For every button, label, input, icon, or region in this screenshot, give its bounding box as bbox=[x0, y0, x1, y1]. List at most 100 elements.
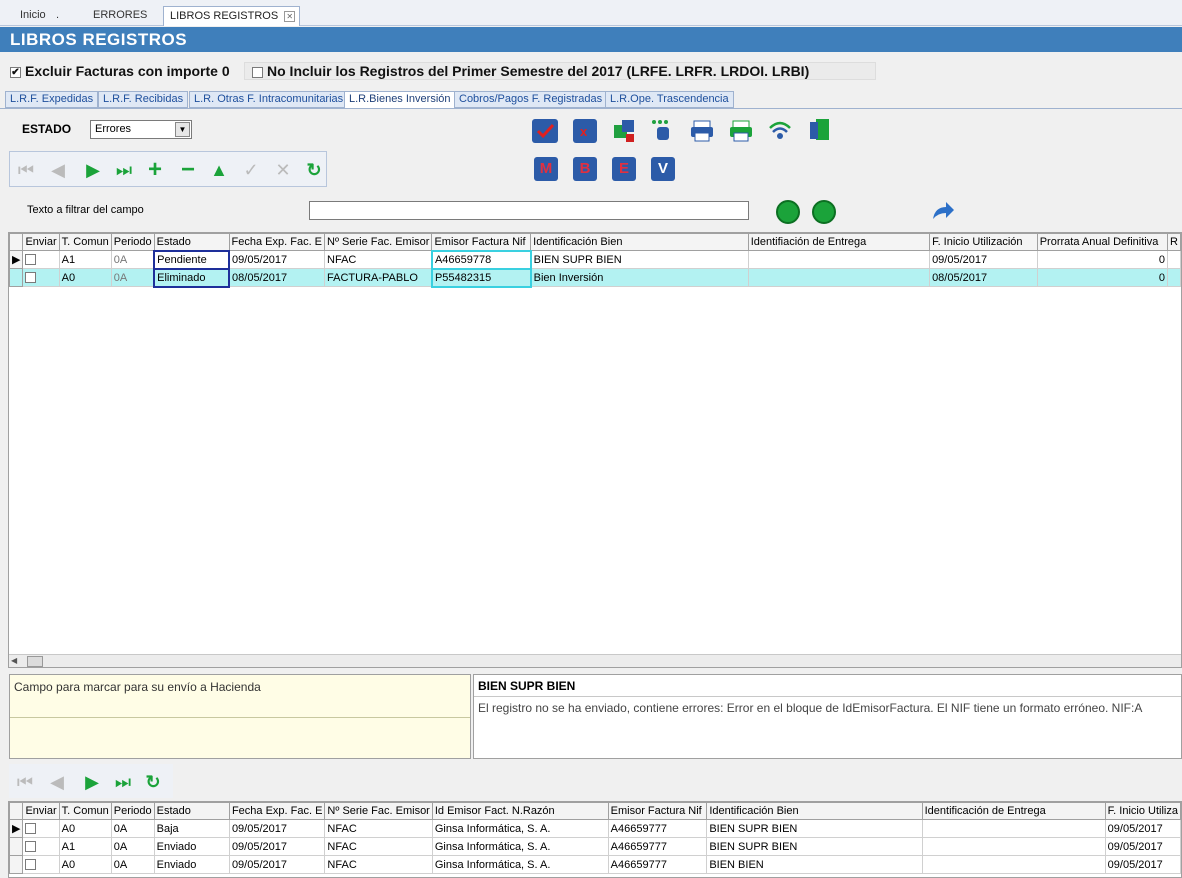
enviar-cell[interactable] bbox=[22, 837, 60, 856]
t-comun-cell[interactable]: A0 bbox=[58, 268, 112, 287]
table-row[interactable]: A0 0A Eliminado 08/05/2017 FACTURA-PABLO… bbox=[9, 267, 1181, 288]
periodo-cell[interactable]: 0A bbox=[110, 819, 155, 838]
chevron-down-icon[interactable]: ▼ bbox=[175, 122, 190, 137]
close-icon[interactable]: ✕ bbox=[284, 10, 296, 22]
last-record-icon[interactable]: ⏭ bbox=[114, 160, 134, 180]
post-record-icon[interactable]: ✓ bbox=[241, 160, 261, 180]
edit-record-icon[interactable]: ▲ bbox=[209, 160, 229, 180]
table-row[interactable]: A0 0A Enviado 09/05/2017 NFAC Ginsa Info… bbox=[9, 855, 1181, 874]
subtab-expedidas[interactable]: L.R.F. Expedidas bbox=[5, 91, 99, 108]
table-row[interactable]: ▶ A0 0A Baja 09/05/2017 NFAC Ginsa Infor… bbox=[9, 819, 1181, 838]
f-inicio-cell[interactable]: 08/05/2017 bbox=[929, 268, 1038, 287]
refresh-icon[interactable]: ↻ bbox=[143, 772, 163, 792]
print-icon[interactable] bbox=[689, 118, 715, 142]
enviar-cell[interactable] bbox=[22, 250, 60, 269]
print-green-icon[interactable] bbox=[728, 118, 754, 142]
search-icon[interactable] bbox=[776, 200, 800, 224]
horizontal-scrollbar[interactable]: ◀ bbox=[9, 654, 1181, 667]
t-comun-cell[interactable]: A0 bbox=[58, 855, 112, 874]
col-t-comun[interactable]: T. Comun bbox=[58, 802, 112, 820]
col-fecha-exp[interactable]: Fecha Exp. Fac. E bbox=[228, 802, 326, 820]
col-periodo[interactable]: Periodo bbox=[110, 233, 155, 251]
f-inicio-cell[interactable]: 09/05/2017 bbox=[1104, 855, 1181, 874]
scroll-thumb[interactable] bbox=[27, 656, 43, 667]
col-identificacion-bien[interactable]: Identificación Bien bbox=[706, 802, 923, 820]
razon-cell[interactable]: Ginsa Informática, S. A. bbox=[431, 837, 609, 856]
fecha-cell[interactable]: 09/05/2017 bbox=[228, 837, 326, 856]
forward-arrow-icon[interactable] bbox=[930, 199, 956, 223]
table-row[interactable]: ▶ A1 0A Pendiente 09/05/2017 NFAC A46659… bbox=[9, 249, 1181, 270]
no-incluir-option[interactable]: No Incluir los Registros del Primer Seme… bbox=[252, 62, 809, 80]
serie-cell[interactable]: NFAC bbox=[324, 855, 433, 874]
periodo-cell[interactable]: 0A bbox=[110, 250, 155, 269]
r-cell[interactable] bbox=[1166, 268, 1181, 287]
identificacion-bien-cell[interactable]: BIEN SUPR BIEN bbox=[530, 250, 749, 269]
identificacion-entrega-cell[interactable] bbox=[747, 268, 931, 287]
t-comun-cell[interactable]: A0 bbox=[58, 819, 112, 838]
t-comun-cell[interactable]: A1 bbox=[58, 837, 112, 856]
excluir-option[interactable]: ✔ Excluir Facturas con importe 0 bbox=[10, 62, 230, 80]
enviar-checkbox[interactable] bbox=[25, 823, 37, 835]
emisor-nif-cell[interactable]: A46659778 bbox=[430, 249, 532, 270]
last-record-icon[interactable]: ⏭ bbox=[113, 772, 133, 792]
delete-record-icon[interactable]: − bbox=[178, 158, 198, 182]
r-cell[interactable] bbox=[1166, 250, 1181, 269]
identificacion-entrega-cell[interactable] bbox=[921, 837, 1106, 856]
fecha-cell[interactable]: 08/05/2017 bbox=[228, 268, 326, 287]
razon-cell[interactable]: Ginsa Informática, S. A. bbox=[431, 855, 609, 874]
subtab-intracomunitarias[interactable]: L.R. Otras F. Intracomunitarias bbox=[189, 91, 349, 108]
enviar-cell[interactable] bbox=[22, 855, 60, 874]
serie-cell[interactable]: NFAC bbox=[324, 837, 433, 856]
col-f-inicio[interactable]: F. Inicio Utilización bbox=[929, 233, 1038, 251]
prev-record-icon[interactable]: ◀ bbox=[47, 772, 67, 792]
tab-dot[interactable]: . bbox=[50, 6, 65, 26]
wireless-icon[interactable] bbox=[767, 118, 793, 142]
t-comun-cell[interactable]: A1 bbox=[58, 250, 112, 269]
refresh-icon[interactable]: ↻ bbox=[304, 160, 324, 180]
razon-cell[interactable]: Ginsa Informática, S. A. bbox=[431, 819, 609, 838]
send-records-icon[interactable] bbox=[611, 118, 637, 142]
letter-m-icon[interactable]: M bbox=[534, 157, 558, 181]
letter-b-icon[interactable]: B bbox=[573, 157, 597, 181]
col-periodo[interactable]: Periodo bbox=[110, 802, 155, 820]
tab-inicio[interactable]: Inicio bbox=[10, 6, 56, 26]
add-record-icon[interactable]: + bbox=[145, 158, 165, 182]
col-prorrata[interactable]: Prorrata Anual Definitiva bbox=[1036, 233, 1168, 251]
col-enviar[interactable]: Enviar bbox=[22, 233, 60, 251]
estado-select[interactable]: Errores ▼ bbox=[90, 120, 192, 139]
no-incluir-checkbox[interactable] bbox=[252, 66, 263, 78]
identificacion-entrega-cell[interactable] bbox=[921, 819, 1106, 838]
fecha-cell[interactable]: 09/05/2017 bbox=[228, 819, 326, 838]
emisor-nif-cell[interactable]: A46659777 bbox=[607, 855, 708, 874]
check-all-icon[interactable] bbox=[532, 119, 558, 143]
fecha-cell[interactable]: 09/05/2017 bbox=[228, 250, 326, 269]
periodo-cell[interactable]: 0A bbox=[110, 837, 155, 856]
col-id-emisor-razon[interactable]: Id Emisor Fact. N.Razón bbox=[431, 802, 609, 820]
excluir-checkbox[interactable]: ✔ bbox=[10, 66, 21, 78]
enviar-cell[interactable] bbox=[22, 268, 60, 287]
first-record-icon[interactable]: ⏮ bbox=[16, 160, 36, 180]
col-enviar[interactable]: Enviar bbox=[22, 802, 60, 820]
serie-cell[interactable]: NFAC bbox=[324, 250, 433, 269]
col-estado[interactable]: Estado bbox=[153, 802, 230, 820]
letter-v-icon[interactable]: V bbox=[651, 157, 675, 181]
estado-cell[interactable]: Enviado bbox=[153, 855, 230, 874]
next-record-icon[interactable]: ▶ bbox=[82, 772, 102, 792]
enviar-checkbox[interactable] bbox=[25, 272, 37, 284]
col-estado[interactable]: Estado bbox=[153, 233, 230, 251]
col-identificacion-bien[interactable]: Identificación Bien bbox=[530, 233, 749, 251]
identificacion-bien-cell[interactable]: Bien Inversión bbox=[530, 268, 749, 287]
next-record-icon[interactable]: ▶ bbox=[83, 160, 103, 180]
estado-cell[interactable]: Baja bbox=[153, 819, 230, 838]
periodo-cell[interactable]: 0A bbox=[110, 855, 155, 874]
serie-cell[interactable]: FACTURA-PABLO bbox=[324, 268, 433, 287]
subtab-trascendencia[interactable]: L.R.Ope. Trascendencia bbox=[605, 91, 734, 108]
prorrata-cell[interactable]: 0 bbox=[1036, 250, 1168, 269]
scroll-left-icon[interactable]: ◀ bbox=[11, 656, 17, 665]
col-emisor-nif[interactable]: Emisor Factura Nif bbox=[607, 802, 708, 820]
periodo-cell[interactable]: 0A bbox=[110, 268, 155, 287]
col-serie[interactable]: Nº Serie Fac. Emisor bbox=[324, 802, 433, 820]
enviar-cell[interactable] bbox=[22, 819, 60, 838]
col-r[interactable]: R bbox=[1166, 233, 1181, 251]
col-fecha-exp[interactable]: Fecha Exp. Fac. E bbox=[228, 233, 326, 251]
